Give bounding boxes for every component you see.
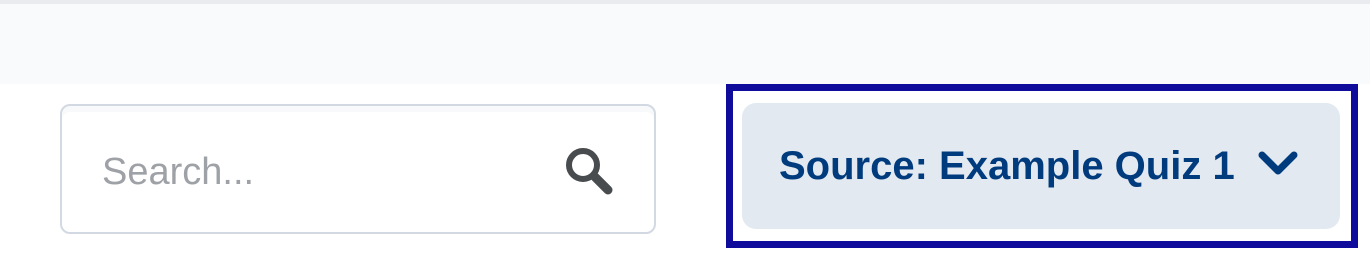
source-dropdown-button[interactable]: Source: Example Quiz 1 (742, 103, 1340, 229)
source-dropdown-label: Source: Example Quiz 1 (779, 144, 1235, 188)
search-icon (566, 148, 613, 195)
chevron-down-icon (1258, 151, 1298, 175)
search-input[interactable] (102, 142, 522, 202)
search-box (60, 104, 656, 234)
header-band (0, 4, 1370, 84)
search-button[interactable] (558, 140, 622, 204)
